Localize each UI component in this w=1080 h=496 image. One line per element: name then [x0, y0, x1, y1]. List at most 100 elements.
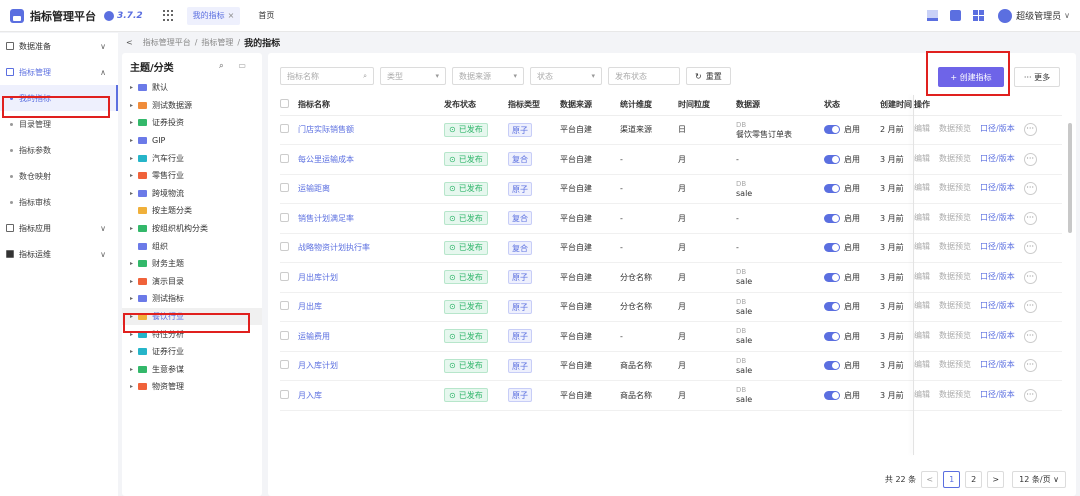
preview-button[interactable]: 数据预览 — [939, 360, 971, 369]
edit-button[interactable]: 编辑 — [914, 183, 930, 192]
table-row[interactable]: 运输费用 ⊙ 已发布 原子 平台自建 - 月 DB sale 启用 3 月前 编辑 数据预览 口径/版本 ·… — [280, 321, 1062, 352]
metric-name-link[interactable]: 每公里运输成本 — [298, 155, 354, 164]
table-row[interactable]: 月入库计划 ⊙ 已发布 原子 平台自建 商品名称月 DB sale 启用 3 月前 编辑 数据预览 口径… — [280, 351, 1062, 381]
select-all-checkbox[interactable] — [280, 99, 289, 109]
column-header[interactable]: 发布状态 — [444, 95, 508, 116]
user-name[interactable]: 超级管理员 — [1016, 9, 1061, 22]
more-actions-icon[interactable]: ··· — [1023, 300, 1037, 314]
row-checkbox[interactable] — [280, 212, 289, 222]
tab-close-icon[interactable]: × — [228, 11, 235, 20]
version-button[interactable]: 口径/版本 — [980, 183, 1015, 192]
status-toggle[interactable] — [824, 125, 840, 135]
edit-button[interactable]: 编辑 — [914, 124, 930, 133]
row-checkbox[interactable] — [280, 242, 289, 252]
metric-name-link[interactable]: 月入库 — [298, 391, 322, 400]
tree-node[interactable]: ▸ GIP — [122, 132, 262, 150]
data-source-select[interactable]: 数据来源 ▾ — [452, 67, 524, 85]
metric-name-link[interactable]: 运输费用 — [298, 332, 330, 341]
table-row[interactable]: 运输距离 ⊙ 已发布 原子 平台自建 - 月 DB sale 启用 3 月前 编辑 数据预览 口径/版本 ·… — [280, 174, 1062, 204]
preview-button[interactable]: 数据预览 — [939, 124, 971, 133]
preview-button[interactable]: 数据预览 — [939, 272, 971, 281]
metric-name-link[interactable]: 月出库 — [298, 302, 322, 311]
page-button[interactable]: 2 — [965, 471, 983, 488]
document-icon[interactable] — [950, 10, 962, 21]
user-chevron-down-icon[interactable]: ∨ — [1064, 11, 1070, 20]
metric-name-link[interactable]: 战略物资计划执行率 — [298, 243, 370, 252]
metric-name-link[interactable]: 月入库计划 — [298, 361, 338, 370]
sidebar-group-metric-ops[interactable]: 指标运维 ∨ — [0, 241, 118, 267]
status-toggle[interactable] — [824, 331, 840, 341]
more-actions-icon[interactable]: ··· — [1023, 270, 1037, 284]
tree-node[interactable]: ▸ 零售行业 — [122, 167, 262, 185]
edit-button[interactable]: 编辑 — [914, 331, 930, 340]
status-toggle[interactable] — [824, 184, 840, 194]
sidebar-group-data-prep[interactable]: 数据准备 ∨ — [0, 33, 118, 59]
version-button[interactable]: 口径/版本 — [980, 272, 1015, 281]
caret-right-icon[interactable]: ▸ — [130, 383, 138, 390]
more-button[interactable]: ··· 更多 — [1014, 67, 1060, 87]
more-actions-icon[interactable]: ··· — [1023, 359, 1037, 373]
status-toggle[interactable] — [824, 213, 840, 223]
version-button[interactable]: 口径/版本 — [980, 213, 1015, 222]
tree-tools-icon[interactable]: ⌕ ▭ — [219, 61, 252, 71]
preview-button[interactable]: 数据预览 — [939, 183, 971, 192]
column-header[interactable]: 数据源 — [736, 95, 824, 116]
sidebar-item-review[interactable]: 指标审核 — [0, 189, 118, 215]
preview-button[interactable]: 数据预览 — [939, 154, 971, 163]
breadcrumb-item[interactable]: 指标管理 — [201, 37, 233, 48]
preview-button[interactable]: 数据预览 — [939, 242, 971, 251]
app-logo[interactable]: 指标管理平台 — [10, 8, 96, 24]
edit-button[interactable]: 编辑 — [914, 213, 930, 222]
row-checkbox[interactable] — [280, 389, 289, 399]
column-header[interactable]: 创建时间 — [880, 95, 914, 116]
tree-node[interactable]: ▸ 按组织机构分类 — [122, 220, 262, 238]
more-actions-icon[interactable]: ··· — [1023, 152, 1037, 166]
back-icon[interactable]: < — [126, 38, 133, 47]
version-button[interactable]: 口径/版本 — [980, 124, 1015, 133]
column-header[interactable]: 数据来源 — [560, 95, 620, 116]
status-toggle[interactable] — [824, 243, 840, 253]
caret-right-icon[interactable]: ▸ — [130, 295, 138, 302]
tab-home[interactable]: 首页 — [252, 7, 280, 25]
table-row[interactable]: 每公里运输成本 ⊙ 已发布 复合 平台自建 - 月 - 启用 3 月前 编辑 数据预览 口径/版本 ··· — [280, 144, 1062, 175]
metric-name-link[interactable]: 销售计划满足率 — [298, 214, 354, 223]
column-header[interactable]: 状态 — [824, 95, 880, 116]
caret-right-icon[interactable]: ▸ — [130, 348, 138, 355]
status-toggle[interactable] — [824, 154, 840, 164]
status-toggle[interactable] — [824, 272, 840, 282]
status-toggle[interactable] — [824, 361, 840, 371]
more-actions-icon[interactable]: ··· — [1023, 241, 1037, 255]
page-size-select[interactable]: 12 条/页 ∨ — [1012, 471, 1066, 488]
caret-right-icon[interactable]: ▸ — [130, 155, 138, 162]
metric-name-link[interactable]: 运输距离 — [298, 184, 330, 193]
status-toggle[interactable] — [824, 302, 840, 312]
caret-right-icon[interactable]: ▸ — [130, 137, 138, 144]
preview-button[interactable]: 数据预览 — [939, 301, 971, 310]
page-button[interactable]: 1 — [943, 471, 961, 488]
caret-right-icon[interactable]: ▸ — [130, 260, 138, 267]
metric-name-search-input[interactable]: 指标名称 ⌕ — [280, 67, 374, 85]
preview-button[interactable]: 数据预览 — [939, 331, 971, 340]
version-button[interactable]: 口径/版本 — [980, 390, 1015, 399]
sidebar-group-metric-mgmt[interactable]: 指标管理 ∧ — [0, 59, 118, 85]
tree-node[interactable]: ▸ 物资管理 — [122, 378, 262, 396]
tree-node[interactable]: 按主题分类 — [122, 202, 262, 220]
tree-node[interactable]: ▸ 演示目录 — [122, 273, 262, 291]
edit-button[interactable]: 编辑 — [914, 301, 930, 310]
edit-button[interactable]: 编辑 — [914, 360, 930, 369]
table-row[interactable]: 月出库 ⊙ 已发布 原子 平台自建 分仓名称月 DB sale 启用 3 月前 编辑 数据预览 口径/版… — [280, 292, 1062, 322]
row-checkbox[interactable] — [280, 301, 289, 311]
screen-icon[interactable] — [927, 10, 939, 21]
version-button[interactable]: 口径/版本 — [980, 360, 1015, 369]
type-select[interactable]: 类型 ▾ — [380, 67, 446, 85]
column-header[interactable]: 指标类型 — [508, 95, 560, 116]
edit-button[interactable]: 编辑 — [914, 390, 930, 399]
avatar[interactable] — [998, 8, 1013, 23]
preview-button[interactable]: 数据预览 — [939, 390, 971, 399]
caret-right-icon[interactable]: ▸ — [130, 190, 138, 197]
row-checkbox[interactable] — [280, 124, 289, 134]
tree-node[interactable]: ▸ 测试指标 — [122, 290, 262, 308]
table-row[interactable]: 销售计划满足率 ⊙ 已发布 复合 平台自建 - 月 - 启用 3 月前 编辑 数据预览 口径/版本 ··· — [280, 203, 1062, 234]
version-button[interactable]: 口径/版本 — [980, 331, 1015, 340]
apps-grid-icon[interactable] — [162, 9, 175, 22]
